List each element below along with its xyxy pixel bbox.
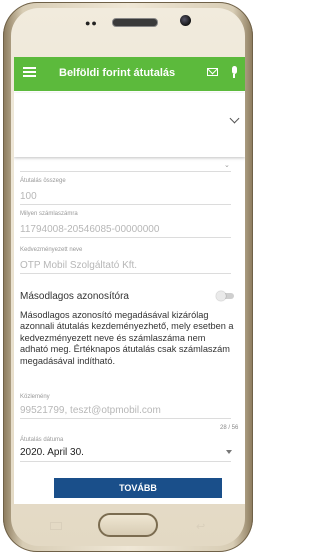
beneficiary-label: Kedvezményezett neve xyxy=(20,247,83,253)
amount-field[interactable]: 100 xyxy=(20,191,37,202)
message-field[interactable]: 99521799, teszt@otpmobil.com xyxy=(20,405,161,416)
chevron-down-icon xyxy=(229,113,240,124)
app-bar: Belföldi forint átutalás xyxy=(14,57,245,91)
amount-label: Átutalás összege xyxy=(20,178,66,184)
date-label: Átutalás dátuma xyxy=(20,437,64,443)
secondary-id-info: Másodlagos azonosító megadásával kizáról… xyxy=(20,310,234,366)
front-camera xyxy=(180,15,191,26)
dropdown-arrow-icon[interactable] xyxy=(226,450,232,454)
divider xyxy=(20,273,231,274)
message-char-counter: 28 / 56 xyxy=(220,425,239,431)
beneficiary-name-field[interactable]: OTP Mobil Szolgáltató Kft. xyxy=(20,260,137,271)
source-account-dropdown[interactable] xyxy=(14,93,245,157)
menu-icon[interactable] xyxy=(23,67,36,77)
secondary-id-toggle[interactable] xyxy=(216,291,234,301)
back-icon[interactable]: ↩ xyxy=(196,520,205,533)
app-screen: Belföldi forint átutalás ⌄ Átutalás össz… xyxy=(14,57,245,504)
earpiece-speaker xyxy=(112,18,158,27)
home-button[interactable] xyxy=(98,513,158,537)
divider xyxy=(20,461,231,462)
message-label: Közlemény xyxy=(20,394,50,400)
mic-icon[interactable] xyxy=(231,66,237,80)
chevron-down-icon[interactable]: ⌄ xyxy=(224,161,230,169)
next-button[interactable]: TOVÁBB xyxy=(54,478,222,498)
account-number-field[interactable]: 11794008-20546085-00000000 xyxy=(20,224,159,235)
sensor-dots: ●● xyxy=(85,18,98,28)
account-label: Milyen számlaszámra xyxy=(20,211,78,217)
transfer-date-select[interactable]: 2020. April 30. xyxy=(20,447,84,458)
page-title: Belföldi forint átutalás xyxy=(59,67,176,79)
secondary-id-label: Másodlagos azonosítóra xyxy=(20,291,129,302)
divider xyxy=(20,171,231,172)
divider xyxy=(20,204,231,205)
mail-icon[interactable] xyxy=(207,68,218,76)
divider xyxy=(20,418,231,419)
recent-apps-icon[interactable] xyxy=(50,522,62,530)
divider xyxy=(20,237,231,238)
